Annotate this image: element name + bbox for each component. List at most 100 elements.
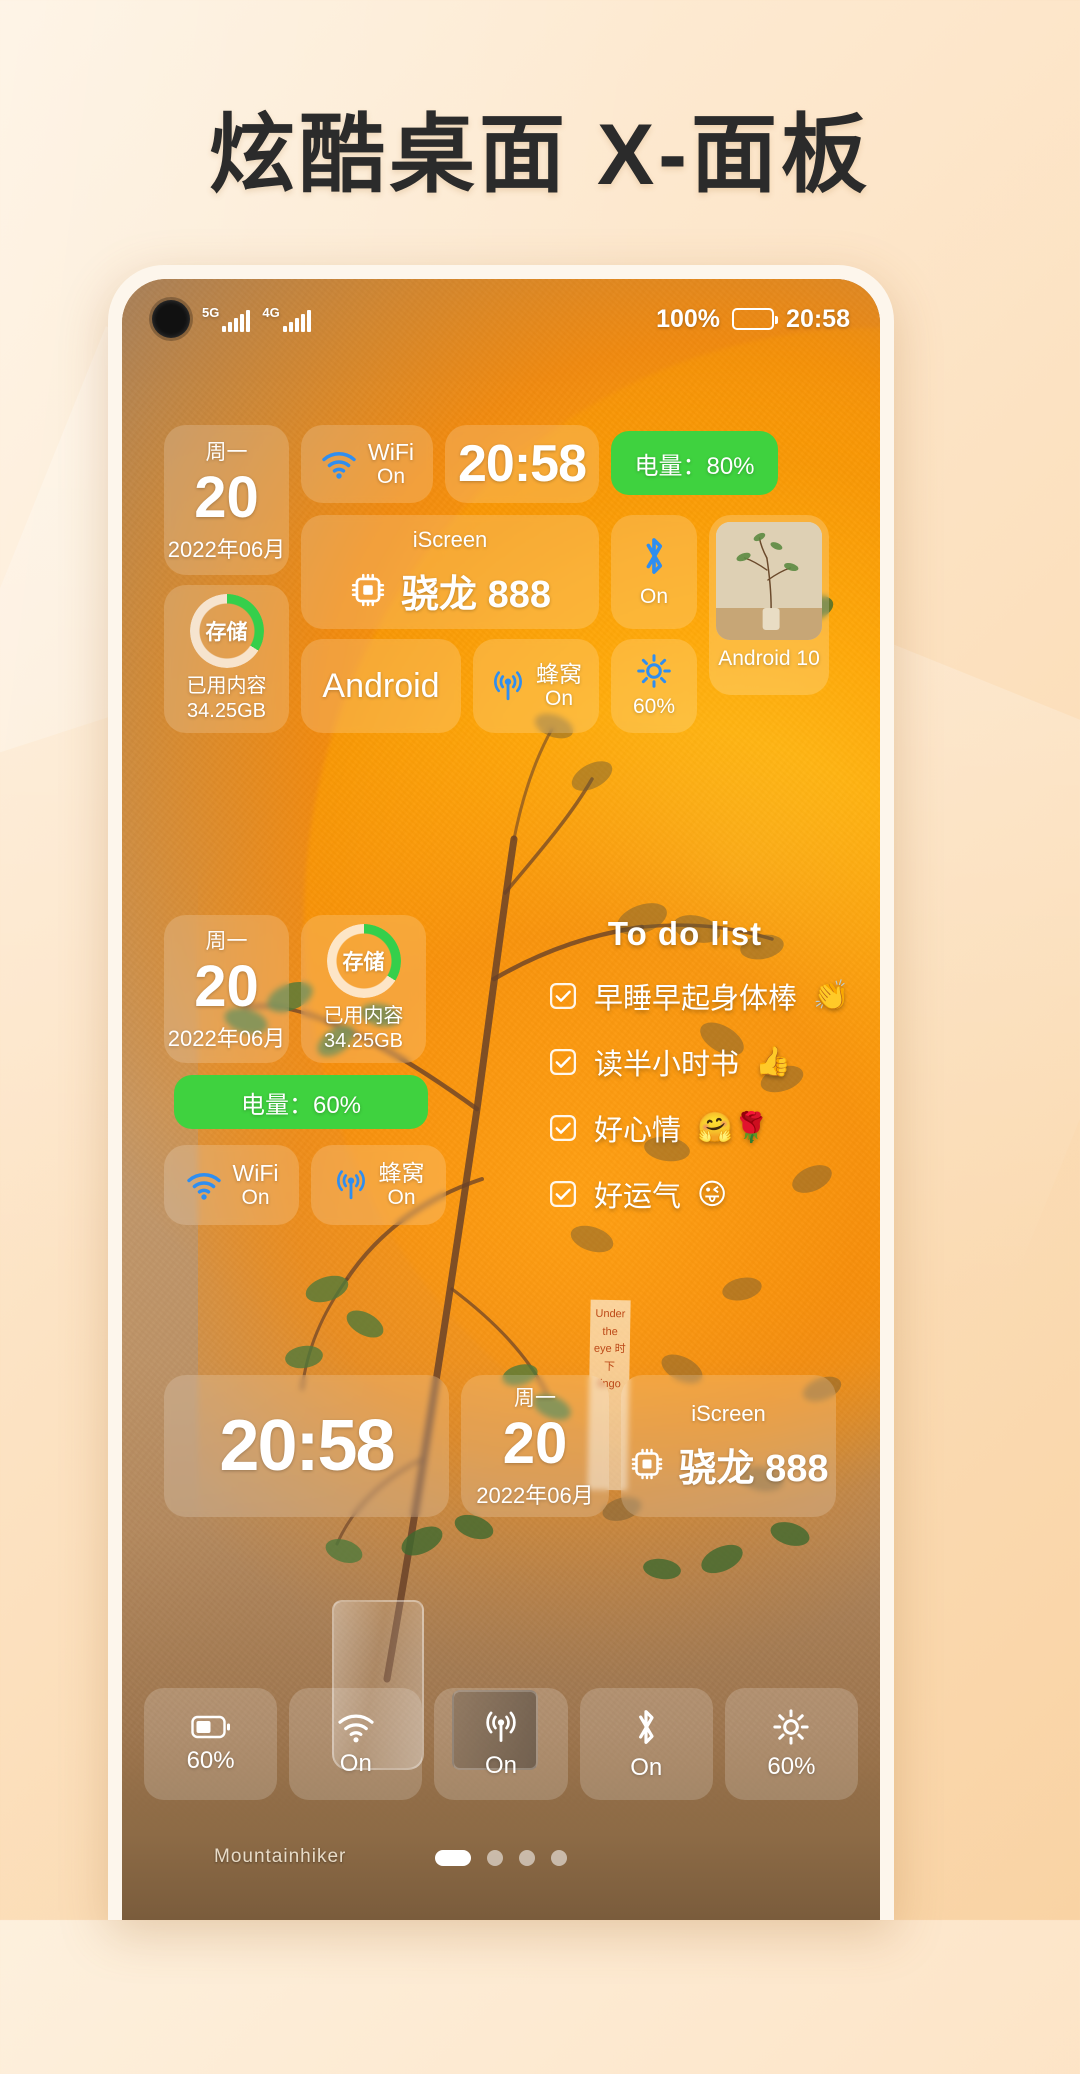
cellular-title-mid: 蜂窝 [378,1159,425,1186]
dock-item-bluetooth[interactable]: On [579,1688,713,1800]
brightness-icon [773,1708,810,1745]
cellular-labels-mid: 蜂窝 On [379,1160,425,1211]
storage-ring: 存储 [189,594,264,668]
wifi-state-mid: On [241,1186,270,1210]
storage-used-label: 已用内容 [186,675,267,697]
cpu-name: 骁龙 888 [401,573,551,616]
todo-item[interactable]: 好心情 🤗🌹 [548,1107,850,1149]
iscreen-brand: iScreen [412,526,488,552]
widget-bluetooth-top[interactable]: On [611,515,697,629]
widget-layer: 周一 20 2022年06月 WiFi On 20:58 电量：80% 存储 已… [122,279,880,1920]
page-dot-1[interactable] [435,1850,471,1866]
date-year-month-bottom: 2022年06月 [476,1483,594,1509]
todo-text: 好运气 [594,1181,682,1213]
cellular-icon [336,1170,365,1200]
battery-percent-label: 100% [656,304,721,333]
widget-date-top[interactable]: 周一 20 2022年06月 [164,425,289,575]
page-dot-2[interactable] [487,1850,503,1866]
checkbox-icon [550,1049,576,1075]
widget-cellular-middle[interactable]: 蜂窝 On [311,1145,446,1225]
photo-plant-illustration [716,522,822,640]
signal-5g: 5G [202,305,251,332]
bluetooth-labels: On [640,585,668,609]
page-indicator[interactable] [122,1850,880,1866]
widget-cellular-top[interactable]: 蜂窝 On [473,639,599,733]
date-weekday-bottom: 周一 [514,1386,556,1410]
wifi-labels: WiFi On [368,439,414,490]
widget-date-bottom[interactable]: 周一 20 2022年06月 [461,1375,609,1517]
cpu-line: 骁龙 888 [349,563,551,618]
status-bar-clock: 20:58 [786,304,850,333]
clock-time: 20:58 [458,435,587,493]
date-year-month: 2022年06月 [167,537,286,563]
storage-used-value-mid: 34.25GB [324,1030,403,1052]
widget-brightness-top[interactable]: 60% [611,639,697,733]
clock-time-bottom: 20:58 [219,1406,395,1486]
wifi-title-mid: WiFi [232,1159,279,1186]
brightness-labels: 60% [633,695,675,719]
network-5g-label: 5G [202,305,220,320]
widget-storage-top[interactable]: 存储 已用内容 34.25GB [164,585,289,733]
date-day: 20 [194,464,259,530]
page-title: 炫酷桌面 X-面板 [209,107,871,203]
battery-text-mid: 电量：60% [240,1091,362,1119]
bluetooth-state: On [639,584,668,608]
status-bar-left: 5G 4G [152,300,311,338]
camera-punch-hole [152,300,190,338]
battery-icon [190,1715,230,1738]
widget-battery-top[interactable]: 电量：80% [611,431,778,495]
cellular-title: 蜂窝 [536,660,582,687]
widget-wifi-middle[interactable]: WiFi On [164,1145,299,1225]
widget-date-middle[interactable]: 周一 20 2022年06月 [164,915,289,1063]
widget-wifi-top[interactable]: WiFi On [301,425,433,503]
wifi-icon [338,1714,374,1742]
widget-todo-list[interactable]: To do list 早睡早起身体棒 👏 读半小时书 👍 好心情 🤗🌹 好运气 … [520,915,850,1239]
storage-used-value: 34.25GB [187,700,266,722]
network-4g-label: 4G [262,305,280,320]
widget-clock-top[interactable]: 20:58 [445,425,599,503]
widget-photo-android[interactable]: Android 10 [709,515,829,695]
cpu-line-bottom: 骁龙 888 [629,1437,828,1492]
date-weekday-mid: 周一 [205,929,248,953]
photo-caption: Android 10 [718,647,820,670]
todo-text: 好心情 [594,1115,682,1147]
storage-ring-label-mid: 存储 [342,951,385,974]
widget-iscreen-cpu-top[interactable]: iScreen 骁龙 888 [301,515,599,629]
date-weekday: 周一 [205,440,248,464]
dock-item-battery[interactable]: 60% [144,1688,278,1800]
wifi-toggle-row: WiFi On [320,439,414,490]
todo-text: 读半小时书 [594,1049,740,1081]
brightness-value: 60% [632,694,676,718]
cellular-toggle-row: 蜂窝 On [490,661,582,712]
dock-item-brightness[interactable]: 60% [724,1688,859,1800]
cellular-icon [494,671,522,701]
brightness-icon [637,654,671,688]
widget-storage-middle[interactable]: 存储 已用内容 34.25GB [301,915,426,1063]
todo-items: 早睡早起身体棒 👏 读半小时书 👍 好心情 🤗🌹 好运气 😜 [520,975,850,1215]
dock-item-wifi[interactable]: On [289,1688,423,1800]
todo-emoji: 👍 [755,1046,792,1078]
status-bar-right: 100% 20:58 [656,305,850,334]
dock-label: 60% [186,1746,235,1774]
cellular-labels: 蜂窝 On [536,661,582,712]
todo-emoji: 🤗🌹 [697,1112,770,1144]
todo-item[interactable]: 好运气 😜 [548,1173,850,1215]
todo-item[interactable]: 读半小时书 👍 [548,1041,850,1083]
cellular-toggle-row-mid: 蜂窝 On [333,1160,425,1211]
checkbox-icon [550,983,576,1009]
widget-clock-bottom[interactable]: 20:58 [164,1375,449,1517]
widget-battery-middle[interactable]: 电量：60% [174,1075,428,1129]
widget-os-top[interactable]: Android [301,639,461,733]
dock: 60% On On On 60% [144,1688,859,1800]
todo-item[interactable]: 早睡早起身体棒 👏 [548,975,850,1017]
wifi-toggle-row-mid: WiFi On [185,1159,279,1211]
signal-bars-icon-2 [282,310,311,332]
widget-iscreen-cpu-bottom[interactable]: iScreen 骁龙 888 [621,1375,836,1517]
os-name: Android [322,666,440,705]
page-dot-3[interactable] [519,1850,535,1866]
bluetooth-icon [646,538,663,574]
bluetooth-icon [639,1709,654,1744]
iscreen-brand-bottom: iScreen [691,1400,766,1426]
page-dot-4[interactable] [551,1850,567,1866]
dock-item-cellular[interactable]: On [434,1688,568,1800]
